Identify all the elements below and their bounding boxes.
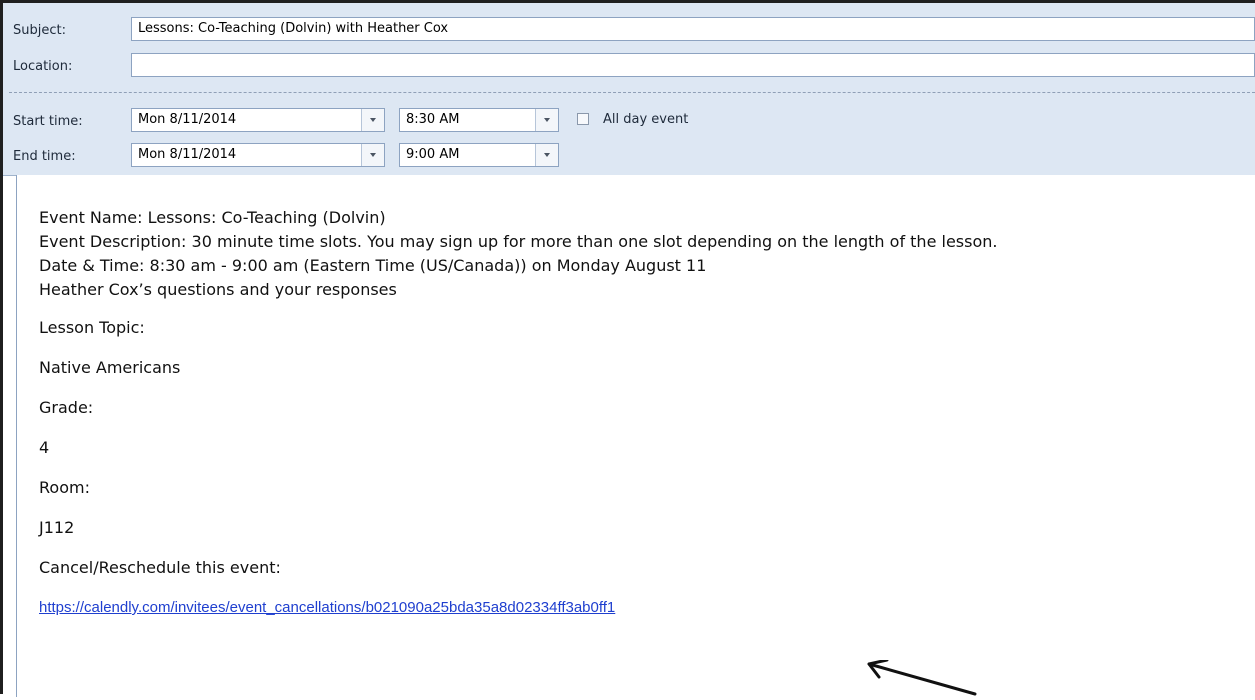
end-time-value: 9:00 AM bbox=[406, 147, 460, 162]
start-date-value: Mon 8/11/2014 bbox=[138, 112, 237, 127]
start-date-dropdown-button[interactable] bbox=[361, 109, 384, 131]
cancel-label: Cancel/Reschedule this event: bbox=[39, 558, 281, 577]
end-date-select[interactable]: Mon 8/11/2014 bbox=[131, 143, 385, 167]
location-label: Location: bbox=[13, 59, 73, 74]
appointment-header: Subject: Lessons: Co-Teaching (Dolvin) w… bbox=[3, 3, 1255, 176]
end-date-value: Mon 8/11/2014 bbox=[138, 147, 237, 162]
arrow-shaft bbox=[867, 662, 977, 696]
header-divider bbox=[9, 92, 1255, 93]
start-time-select[interactable]: 8:30 AM bbox=[399, 108, 559, 132]
message-body[interactable]: Event Name: Lessons: Co-Teaching (Dolvin… bbox=[16, 175, 1255, 697]
lesson-topic-label: Lesson Topic: bbox=[39, 318, 145, 337]
event-description-text: Event Description: 30 minute time slots.… bbox=[39, 232, 998, 251]
subject-field[interactable]: Lessons: Co-Teaching (Dolvin) with Heath… bbox=[131, 17, 1255, 41]
grade-label: Grade: bbox=[39, 398, 94, 417]
end-time-label: End time: bbox=[13, 149, 76, 164]
event-name-text: Event Name: Lessons: Co-Teaching (Dolvin… bbox=[39, 208, 386, 227]
chevron-down-icon bbox=[544, 118, 550, 122]
subject-label: Subject: bbox=[13, 23, 66, 38]
location-field[interactable] bbox=[131, 53, 1255, 77]
start-date-select[interactable]: Mon 8/11/2014 bbox=[131, 108, 385, 132]
all-day-label: All day event bbox=[603, 112, 689, 127]
all-day-checkbox[interactable] bbox=[577, 113, 589, 125]
grade-answer: 4 bbox=[39, 438, 50, 457]
end-date-dropdown-button[interactable] bbox=[361, 144, 384, 166]
start-time-label: Start time: bbox=[13, 114, 83, 129]
questions-heading: Heather Cox’s questions and your respons… bbox=[39, 280, 397, 299]
room-label: Room: bbox=[39, 478, 90, 497]
date-time-text: Date & Time: 8:30 am - 9:00 am (Eastern … bbox=[39, 256, 707, 275]
lesson-topic-answer: Native Americans bbox=[39, 358, 181, 377]
start-time-dropdown-button[interactable] bbox=[535, 109, 558, 131]
end-time-dropdown-button[interactable] bbox=[535, 144, 558, 166]
cancel-link[interactable]: https://calendly.com/invitees/event_canc… bbox=[39, 598, 615, 618]
chevron-down-icon bbox=[370, 153, 376, 157]
arrow-pointer-icon bbox=[867, 660, 977, 696]
start-time-value: 8:30 AM bbox=[406, 112, 460, 127]
room-answer: J112 bbox=[39, 518, 75, 537]
end-time-select[interactable]: 9:00 AM bbox=[399, 143, 559, 167]
chevron-down-icon bbox=[544, 153, 550, 157]
appointment-window: Subject: Lessons: Co-Teaching (Dolvin) w… bbox=[0, 0, 1255, 697]
chevron-down-icon bbox=[370, 118, 376, 122]
